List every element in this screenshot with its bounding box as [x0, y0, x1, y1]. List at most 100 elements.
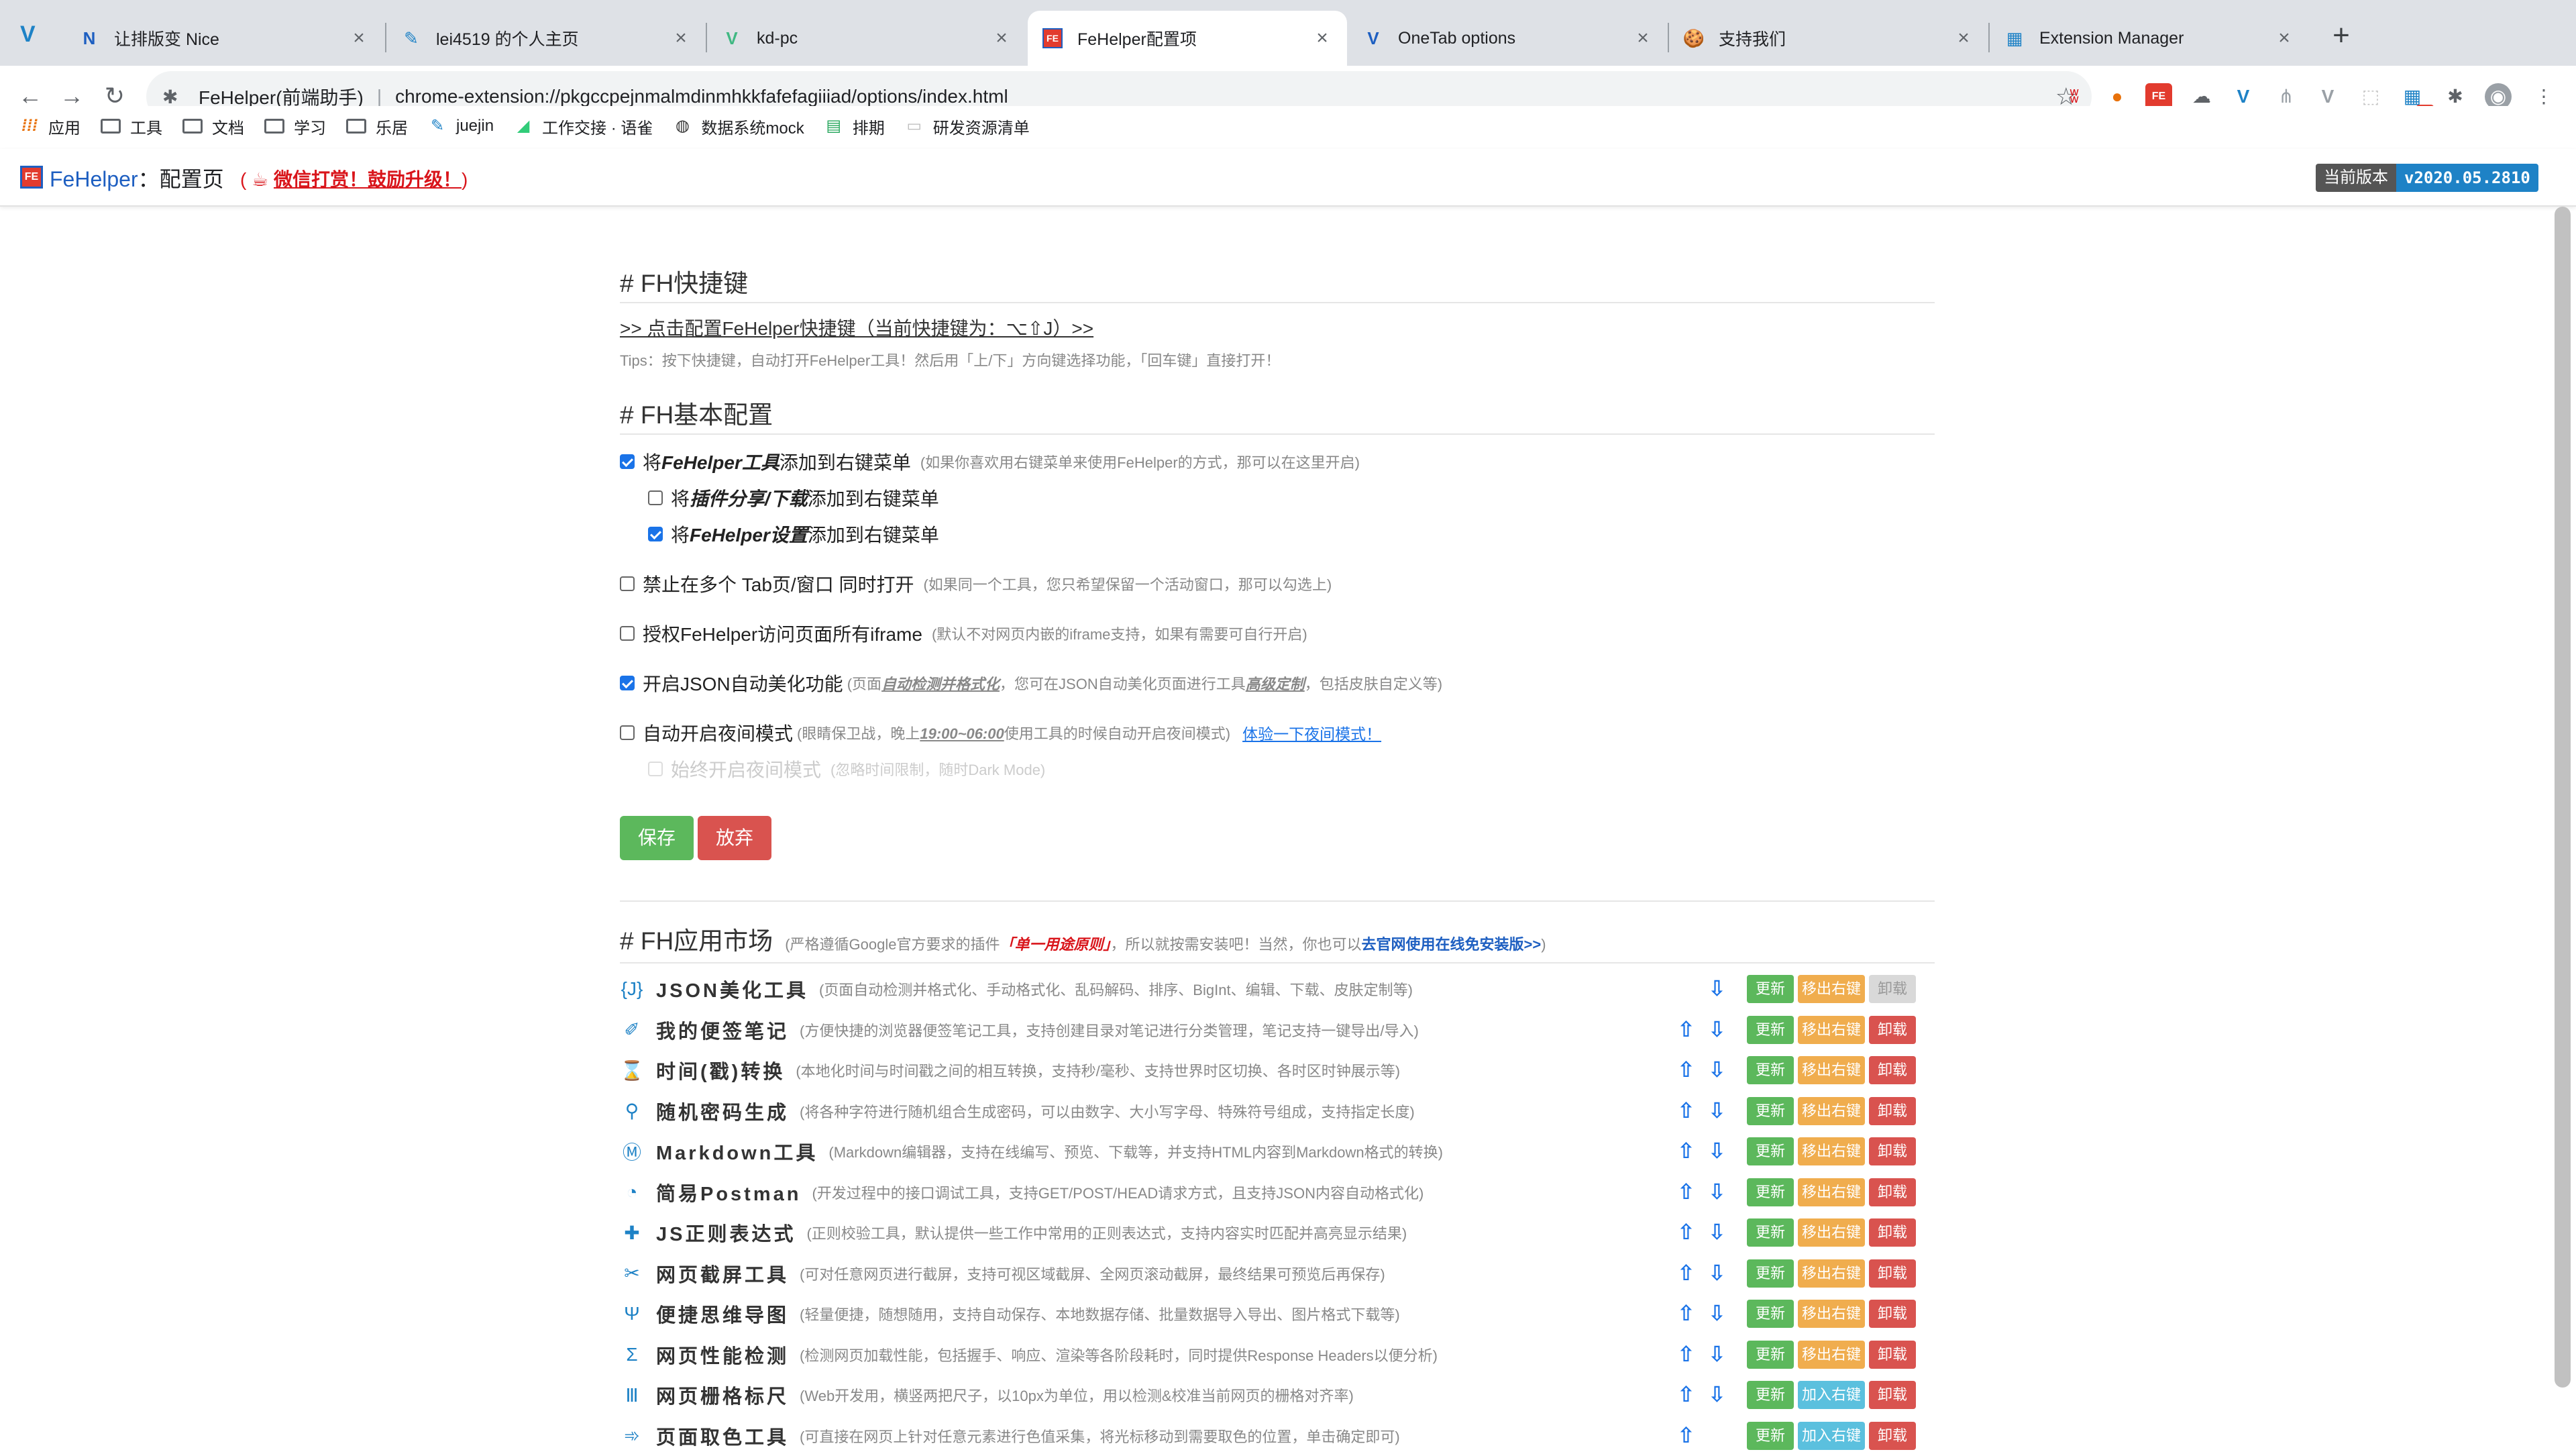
uninstall-button[interactable]: 卸载 [1869, 1300, 1916, 1328]
move-up-icon[interactable]: ⇧ [1677, 1098, 1695, 1123]
remove-context-menu-button[interactable]: 移出右键 [1798, 1056, 1865, 1084]
checkbox-unchecked[interactable] [648, 490, 663, 505]
option-single-tab[interactable]: 禁止在多个 Tab页/窗口 同时打开 (如果同一个工具，您只希望保留一个活动窗口… [620, 570, 1332, 597]
move-up-icon[interactable]: ⇧ [1677, 1219, 1695, 1245]
update-button[interactable]: 更新 [1747, 975, 1794, 1003]
uninstall-button[interactable]: 卸载 [1869, 1137, 1916, 1165]
bookmark-mock[interactable]: ◍ 数据系统mock [673, 115, 804, 138]
tool-name[interactable]: 网页性能检测 [656, 1341, 789, 1369]
tool-name[interactable]: JS正则表达式 [656, 1218, 796, 1247]
configure-shortcut-link[interactable]: >> 点击配置FeHelper快捷键（当前快捷键为：⌥⇧J）>> [620, 314, 1093, 341]
tool-name[interactable]: 随机密码生成 [656, 1097, 789, 1125]
move-up-icon[interactable]: ⇧ [1677, 1138, 1695, 1163]
tool-name[interactable]: 时间(戳)转换 [656, 1056, 785, 1084]
discard-button[interactable]: 放弃 [698, 816, 771, 860]
option-context-menu[interactable]: 将 FeHelper工具 添加到右键菜单 (如果你喜欢用右键菜单来使用FeHel… [620, 448, 1360, 475]
remove-context-menu-button[interactable]: 移出右键 [1798, 1015, 1865, 1044]
try-night-mode-link[interactable]: 体验一下夜间模式！ [1242, 721, 1381, 744]
move-up-icon[interactable]: ⇧ [1677, 1422, 1695, 1448]
close-icon[interactable]: × [671, 27, 691, 50]
uninstall-button[interactable]: 卸载 [1869, 1178, 1916, 1206]
save-button[interactable]: 保存 [620, 816, 694, 860]
donate-link[interactable]: ( ☕ 微信打赏！鼓励升级！) [240, 165, 468, 192]
option-night-mode-auto[interactable]: 自动开启夜间模式 (眼睛保卫战，晚上19:00~06:00使用工具的时候自动开启… [620, 719, 1381, 746]
remove-context-menu-button[interactable]: 移出右键 [1798, 1218, 1865, 1247]
tab-fehelper[interactable]: FE FeHelper配置项 × [1028, 11, 1347, 66]
option-iframe-access[interactable]: 授权FeHelper访问页面所有iframe (默认不对网页内嵌的iframe支… [620, 620, 1307, 647]
scrollbar[interactable] [2555, 207, 2571, 1388]
option-share-menu[interactable]: 将 插件分享/下载 添加到右键菜单 [648, 484, 939, 511]
bookmark-folder[interactable]: 乐居 [346, 115, 408, 138]
tab-onetab[interactable]: V OneTab options × [1348, 11, 1668, 66]
update-button[interactable]: 更新 [1747, 1381, 1794, 1409]
remove-context-menu-button[interactable]: 移出右键 [1798, 1096, 1865, 1125]
donate-text[interactable]: 微信打赏！鼓励升级！ [274, 169, 462, 190]
checkbox-checked[interactable] [620, 454, 635, 469]
tab-support[interactable]: 🍪 支持我们 × [1669, 11, 1988, 66]
uninstall-button[interactable]: 卸载 [1869, 1259, 1916, 1288]
add-context-menu-button[interactable]: 加入右键 [1798, 1381, 1865, 1409]
move-up-icon[interactable]: ⇧ [1677, 1057, 1695, 1082]
move-up-icon[interactable]: ⇧ [1677, 1017, 1695, 1042]
add-context-menu-button[interactable]: 加入右键 [1798, 1421, 1865, 1450]
tab-nice[interactable]: N 让排版变 Nice × [64, 11, 384, 66]
update-button[interactable]: 更新 [1747, 1015, 1794, 1044]
close-icon[interactable]: × [991, 27, 1012, 50]
remove-context-menu-button[interactable]: 移出右键 [1798, 1340, 1865, 1369]
tool-name[interactable]: 页面取色工具 [656, 1422, 789, 1450]
update-button[interactable]: 更新 [1747, 1137, 1794, 1165]
uninstall-button[interactable]: 卸载 [1869, 1381, 1916, 1409]
close-icon[interactable]: × [1953, 27, 1974, 50]
remove-context-menu-button[interactable]: 移出右键 [1798, 1178, 1865, 1206]
tool-name[interactable]: 网页栅格标尺 [656, 1381, 789, 1409]
tool-name[interactable]: 网页截屏工具 [656, 1259, 789, 1288]
checkbox-unchecked[interactable] [620, 725, 635, 740]
option-json-beautify[interactable]: 开启JSON自动美化功能 (页面自动检测并格式化，您可在JSON自动美化页面进行… [620, 670, 1442, 696]
uninstall-button[interactable]: 卸载 [1869, 975, 1916, 1003]
move-down-icon[interactable]: ⇩ [1708, 1219, 1726, 1245]
update-button[interactable]: 更新 [1747, 1056, 1794, 1084]
update-button[interactable]: 更新 [1747, 1218, 1794, 1247]
move-down-icon[interactable]: ⇩ [1708, 1138, 1726, 1163]
bookmark-juejin[interactable]: ✎ juejin [428, 117, 494, 136]
tab-lei4519[interactable]: ✎ lei4519 的个人主页 × [386, 11, 706, 66]
move-down-icon[interactable]: ⇩ [1708, 1179, 1726, 1204]
uninstall-button[interactable]: 卸载 [1869, 1340, 1916, 1369]
remove-context-menu-button[interactable]: 移出右键 [1798, 975, 1865, 1003]
update-button[interactable]: 更新 [1747, 1259, 1794, 1288]
bookmark-folder[interactable]: 文档 [182, 115, 244, 138]
tool-name[interactable]: Markdown工具 [656, 1137, 818, 1165]
bookmark-folder[interactable]: 工具 [101, 115, 162, 138]
move-down-icon[interactable]: ⇩ [1708, 1098, 1726, 1123]
update-button[interactable]: 更新 [1747, 1421, 1794, 1450]
move-up-icon[interactable]: ⇧ [1677, 1300, 1695, 1326]
move-up-icon[interactable]: ⇧ [1677, 1260, 1695, 1286]
bookmark-resources[interactable]: ▭ 研发资源清单 [905, 115, 1029, 138]
option-settings-menu[interactable]: 将 FeHelper设置 添加到右键菜单 [648, 521, 939, 548]
bookmark-apps[interactable]: ⁞⁞⁞ 应用 [20, 115, 80, 138]
update-button[interactable]: 更新 [1747, 1300, 1794, 1328]
tool-name[interactable]: JSON美化工具 [656, 975, 808, 1003]
remove-context-menu-button[interactable]: 移出右键 [1798, 1137, 1865, 1165]
new-tab-button[interactable]: + [2321, 16, 2361, 56]
online-version-link[interactable]: 去官网使用在线免安装版>> [1362, 936, 1542, 953]
move-up-icon[interactable]: ⇧ [1677, 1341, 1695, 1367]
move-down-icon[interactable]: ⇩ [1708, 1260, 1726, 1286]
remove-context-menu-button[interactable]: 移出右键 [1798, 1259, 1865, 1288]
checkbox-unchecked[interactable] [620, 576, 635, 591]
tab-kd-pc[interactable]: V kd-pc × [707, 11, 1026, 66]
checkbox-checked[interactable] [648, 527, 663, 541]
move-up-icon[interactable]: ⇧ [1677, 1382, 1695, 1407]
move-down-icon[interactable]: ⇩ [1708, 1017, 1726, 1042]
uninstall-button[interactable]: 卸载 [1869, 1015, 1916, 1044]
uninstall-button[interactable]: 卸载 [1869, 1421, 1916, 1450]
tool-name[interactable]: 简易Postman [656, 1178, 801, 1206]
tool-name[interactable]: 我的便签笔记 [656, 1016, 789, 1044]
close-icon[interactable]: × [1312, 27, 1332, 50]
remove-context-menu-button[interactable]: 移出右键 [1798, 1300, 1865, 1328]
bookmark-yuque[interactable]: ◢ 工作交接 · 语雀 [514, 115, 653, 138]
checkbox-checked[interactable] [620, 676, 635, 690]
close-icon[interactable]: × [349, 27, 369, 50]
checkbox-unchecked[interactable] [620, 626, 635, 641]
close-icon[interactable]: × [2274, 27, 2294, 50]
